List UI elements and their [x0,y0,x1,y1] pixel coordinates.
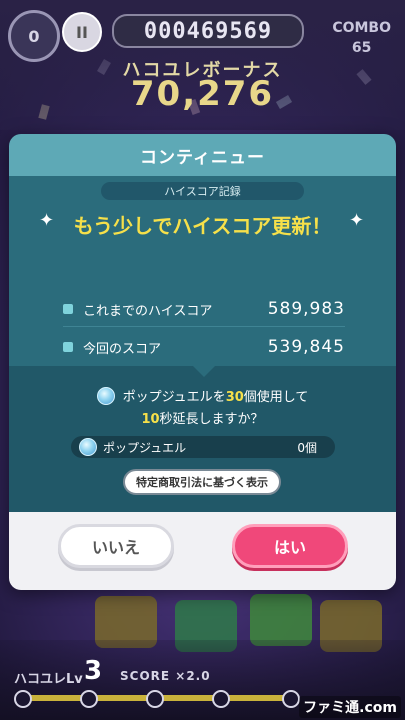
row-label: これまでのハイスコア [83,303,213,319]
watermark: ファミ通.com [299,696,401,718]
progress-node [282,690,300,708]
jewel-count: 0個 [297,440,317,455]
score-display: 000469569 [112,14,304,48]
jewel-cost: 30 [225,390,244,405]
extend-panel: ポップジュエルを30個使用して 10秒延長しますか？ ポップジュエル 0個 特定… [9,365,396,512]
jewel-icon [79,438,97,456]
score-row-highscore: これまでのハイスコア 589,983 [63,296,345,322]
combo-label: COMBO [332,20,391,36]
combo-counter: COMBO 65 [332,18,391,58]
pause-icon: II [76,22,88,42]
square-icon [63,342,73,352]
legal-notice-button[interactable]: 特定商取引法に基づく表示 [123,469,281,495]
continue-dialog: コンティニュー ハイスコア記録 ✦ ✦ もう少しでハイスコア更新！ これまでのハ… [9,134,396,590]
pause-button[interactable]: II [62,12,102,52]
square-icon [63,304,73,314]
progress-node [146,690,164,708]
level-label: ハコユレLv [14,672,83,687]
extend-seconds: 10 [141,412,160,427]
jewel-label: ポップジュエル [103,440,187,455]
ask-post: 秒延長しますか？ [159,412,264,427]
jewel-icon [96,386,115,405]
progress-node [80,690,98,708]
combo-value: 65 [351,40,372,56]
row-value: 589,983 [267,299,345,319]
combo-circle: 0 [8,10,60,62]
divider [63,326,345,327]
progress-node [14,690,32,708]
jewel-balance: ポップジュエル 0個 [71,436,335,458]
no-button[interactable]: いいえ [58,524,174,568]
extend-question: ポップジュエルを30個使用して [9,386,396,405]
dialog-title: コンティニュー [9,134,396,176]
ask-pre: ポップジュエルを [122,390,226,405]
extend-question-line2: 10秒延長しますか？ [9,408,396,427]
row-value: 539,845 [267,337,345,357]
row-label: 今回のスコア [83,341,162,357]
score-row-current: 今回のスコア 539,845 [63,334,345,360]
dialog-actions: いいえ はい [9,512,396,590]
yes-button[interactable]: はい [232,524,348,568]
record-label: ハイスコア記録 [101,182,304,200]
score-multiplier: SCORE ×2.0 [120,669,211,683]
level-value: 3 [84,656,103,686]
bonus-value: 70,276 [130,74,275,114]
highscore-panel: ハイスコア記録 ✦ ✦ もう少しでハイスコア更新！ これまでのハイスコア 589… [9,176,396,366]
notch [192,365,216,377]
headline: もう少しでハイスコア更新！ [73,214,332,238]
game-block [250,594,312,646]
progress-node [212,690,230,708]
ask-mid: 個使用して [243,390,309,405]
